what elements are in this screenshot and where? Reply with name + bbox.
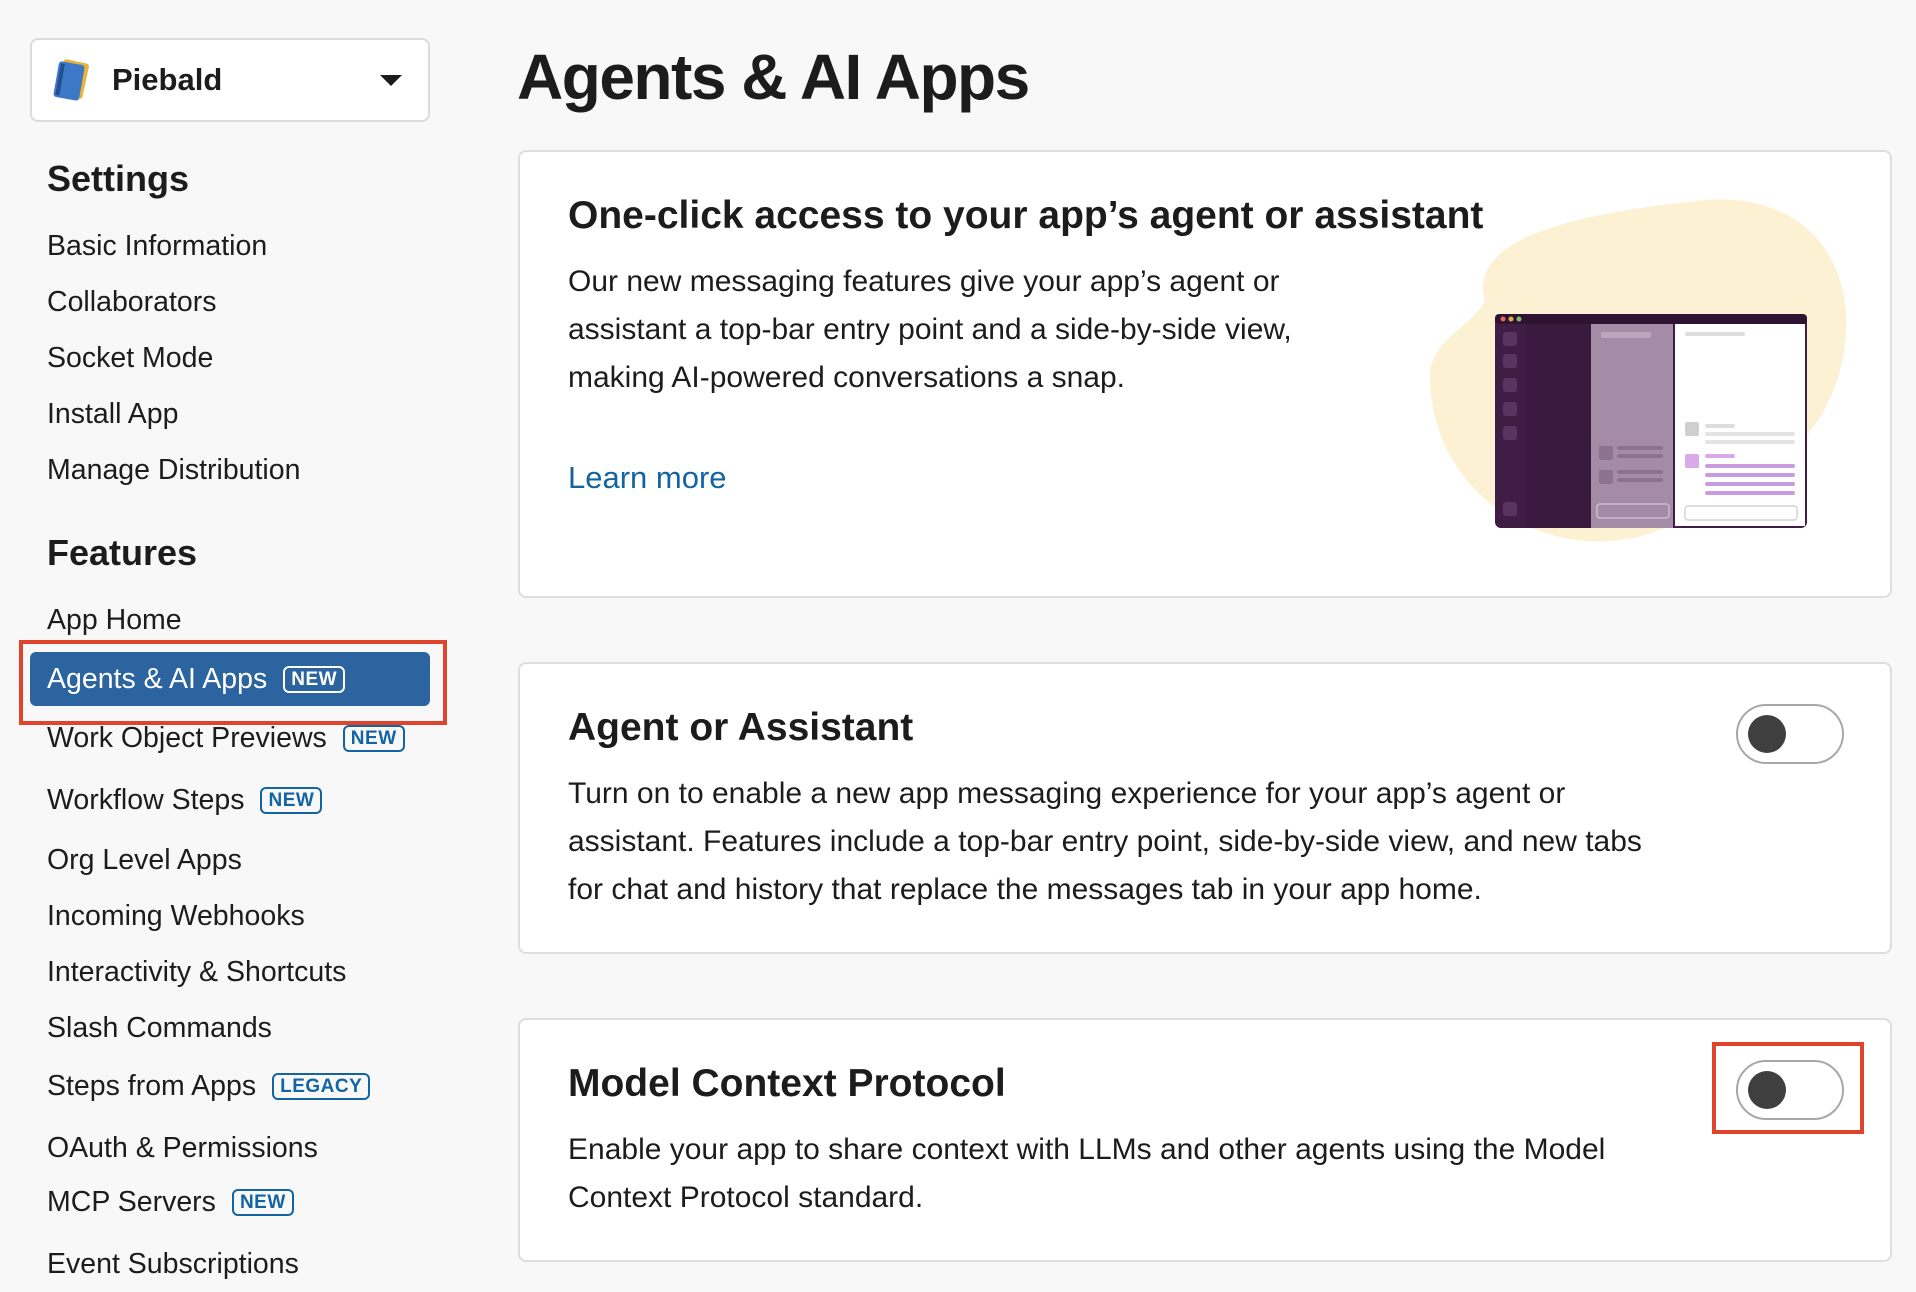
sidebar-item-event-subscriptions[interactable]: Event Subscriptions: [47, 1248, 299, 1281]
sidebar-item-steps-from-apps[interactable]: Steps from Apps LEGACY: [47, 1070, 371, 1103]
sidebar-item-incoming-webhooks[interactable]: Incoming Webhooks: [47, 900, 305, 933]
sidebar-item-org-level-apps[interactable]: Org Level Apps: [47, 844, 242, 877]
sidebar-item-label: Incoming Webhooks: [47, 900, 305, 932]
model-context-protocol-card: Model Context Protocol Enable your app t…: [518, 1018, 1892, 1262]
sidebar-item-label: Manage Distribution: [47, 454, 301, 486]
sidebar-item-label: Workflow Steps: [47, 784, 245, 816]
toggle-knob: [1748, 1071, 1786, 1109]
sidebar-item-label: Basic Information: [47, 230, 268, 262]
description-line: for chat and history that replace the me…: [568, 873, 1482, 906]
mcp-card-title: Model Context Protocol: [568, 1062, 1006, 1105]
description-line: Enable your app to share context with LL…: [568, 1133, 1606, 1166]
sidebar-item-label: Collaborators: [47, 286, 217, 318]
app-selector-dropdown[interactable]: Piebald: [30, 38, 430, 122]
sidebar-item-label: OAuth & Permissions: [47, 1132, 318, 1164]
sidebar-item-agents-ai-apps[interactable]: Agents & AI Apps NEW: [30, 652, 430, 706]
agent-or-assistant-card: Agent or Assistant Turn on to enable a n…: [518, 662, 1892, 954]
learn-more-link[interactable]: Learn more: [568, 460, 727, 496]
sidebar-item-work-object-previews[interactable]: Work Object Previews NEW: [47, 722, 405, 755]
description-line: assistant a top-bar entry point and a si…: [568, 313, 1292, 346]
sidebar-item-label: MCP Servers: [47, 1186, 216, 1218]
sidebar-item-label: Agents & AI Apps: [47, 662, 268, 695]
sidebar-item-workflow-steps[interactable]: Workflow Steps NEW: [47, 784, 323, 817]
sidebar-item-oauth-permissions[interactable]: OAuth & Permissions: [47, 1132, 318, 1165]
legacy-badge: LEGACY: [272, 1073, 371, 1100]
settings-section-title: Settings: [47, 158, 190, 199]
app-window-illustration: [1429, 199, 1847, 542]
sidebar-item-install-app[interactable]: Install App: [47, 398, 179, 431]
new-badge: NEW: [283, 665, 346, 693]
sidebar-item-label: Slash Commands: [47, 1012, 272, 1044]
description-line: Turn on to enable a new app messaging ex…: [568, 777, 1566, 810]
sidebar-item-slash-commands[interactable]: Slash Commands: [47, 1012, 272, 1045]
sidebar-item-collaborators[interactable]: Collaborators: [47, 286, 217, 319]
sidebar-item-label: Interactivity & Shortcuts: [47, 956, 347, 988]
sidebar-item-basic-information[interactable]: Basic Information: [47, 230, 267, 263]
app-settings-page: Piebald Settings Basic Information Colla…: [0, 0, 1916, 1292]
sidebar-item-manage-distribution[interactable]: Manage Distribution: [47, 454, 300, 487]
new-badge: NEW: [342, 725, 405, 752]
agent-or-assistant-toggle[interactable]: [1736, 704, 1844, 764]
description-line: Our new messaging features give your app…: [568, 265, 1280, 298]
promo-card: One-click access to your app’s agent or …: [518, 150, 1892, 598]
features-section-title: Features: [47, 532, 198, 573]
agent-card-description: Turn on to enable a new app messaging ex…: [568, 770, 1642, 914]
new-badge: NEW: [231, 1189, 294, 1216]
sidebar-item-app-home[interactable]: App Home: [47, 604, 182, 637]
app-name: Piebald: [112, 62, 223, 97]
new-badge: NEW: [260, 787, 323, 814]
sidebar-item-label: Socket Mode: [47, 342, 214, 374]
mcp-card-description: Enable your app to share context with LL…: [568, 1126, 1605, 1222]
sidebar: Piebald Settings Basic Information Colla…: [0, 0, 470, 1292]
app-book-icon: [53, 59, 89, 101]
sidebar-item-interactivity-shortcuts[interactable]: Interactivity & Shortcuts: [47, 956, 346, 989]
sidebar-item-label: Org Level Apps: [47, 844, 242, 876]
sidebar-item-label: Install App: [47, 398, 179, 430]
promo-card-title: One-click access to your app’s agent or …: [568, 194, 1484, 237]
sidebar-item-mcp-servers[interactable]: MCP Servers NEW: [47, 1186, 294, 1219]
sidebar-item-label: Steps from Apps: [47, 1070, 257, 1102]
promo-card-description: Our new messaging features give your app…: [568, 258, 1292, 402]
page-title: Agents & AI Apps: [517, 41, 1030, 113]
model-context-protocol-toggle[interactable]: [1736, 1060, 1844, 1120]
agent-card-title: Agent or Assistant: [568, 706, 914, 749]
chevron-down-icon: [380, 74, 402, 86]
sidebar-item-label: Event Subscriptions: [47, 1248, 299, 1280]
description-line: Context Protocol standard.: [568, 1181, 924, 1214]
sidebar-item-label: App Home: [47, 604, 182, 636]
sidebar-item-socket-mode[interactable]: Socket Mode: [47, 342, 213, 375]
description-line: making AI-powered conversations a snap.: [568, 361, 1125, 394]
description-line: assistant. Features include a top-bar en…: [568, 825, 1642, 858]
sidebar-item-label: Work Object Previews: [47, 722, 327, 754]
toggle-knob: [1748, 715, 1786, 753]
